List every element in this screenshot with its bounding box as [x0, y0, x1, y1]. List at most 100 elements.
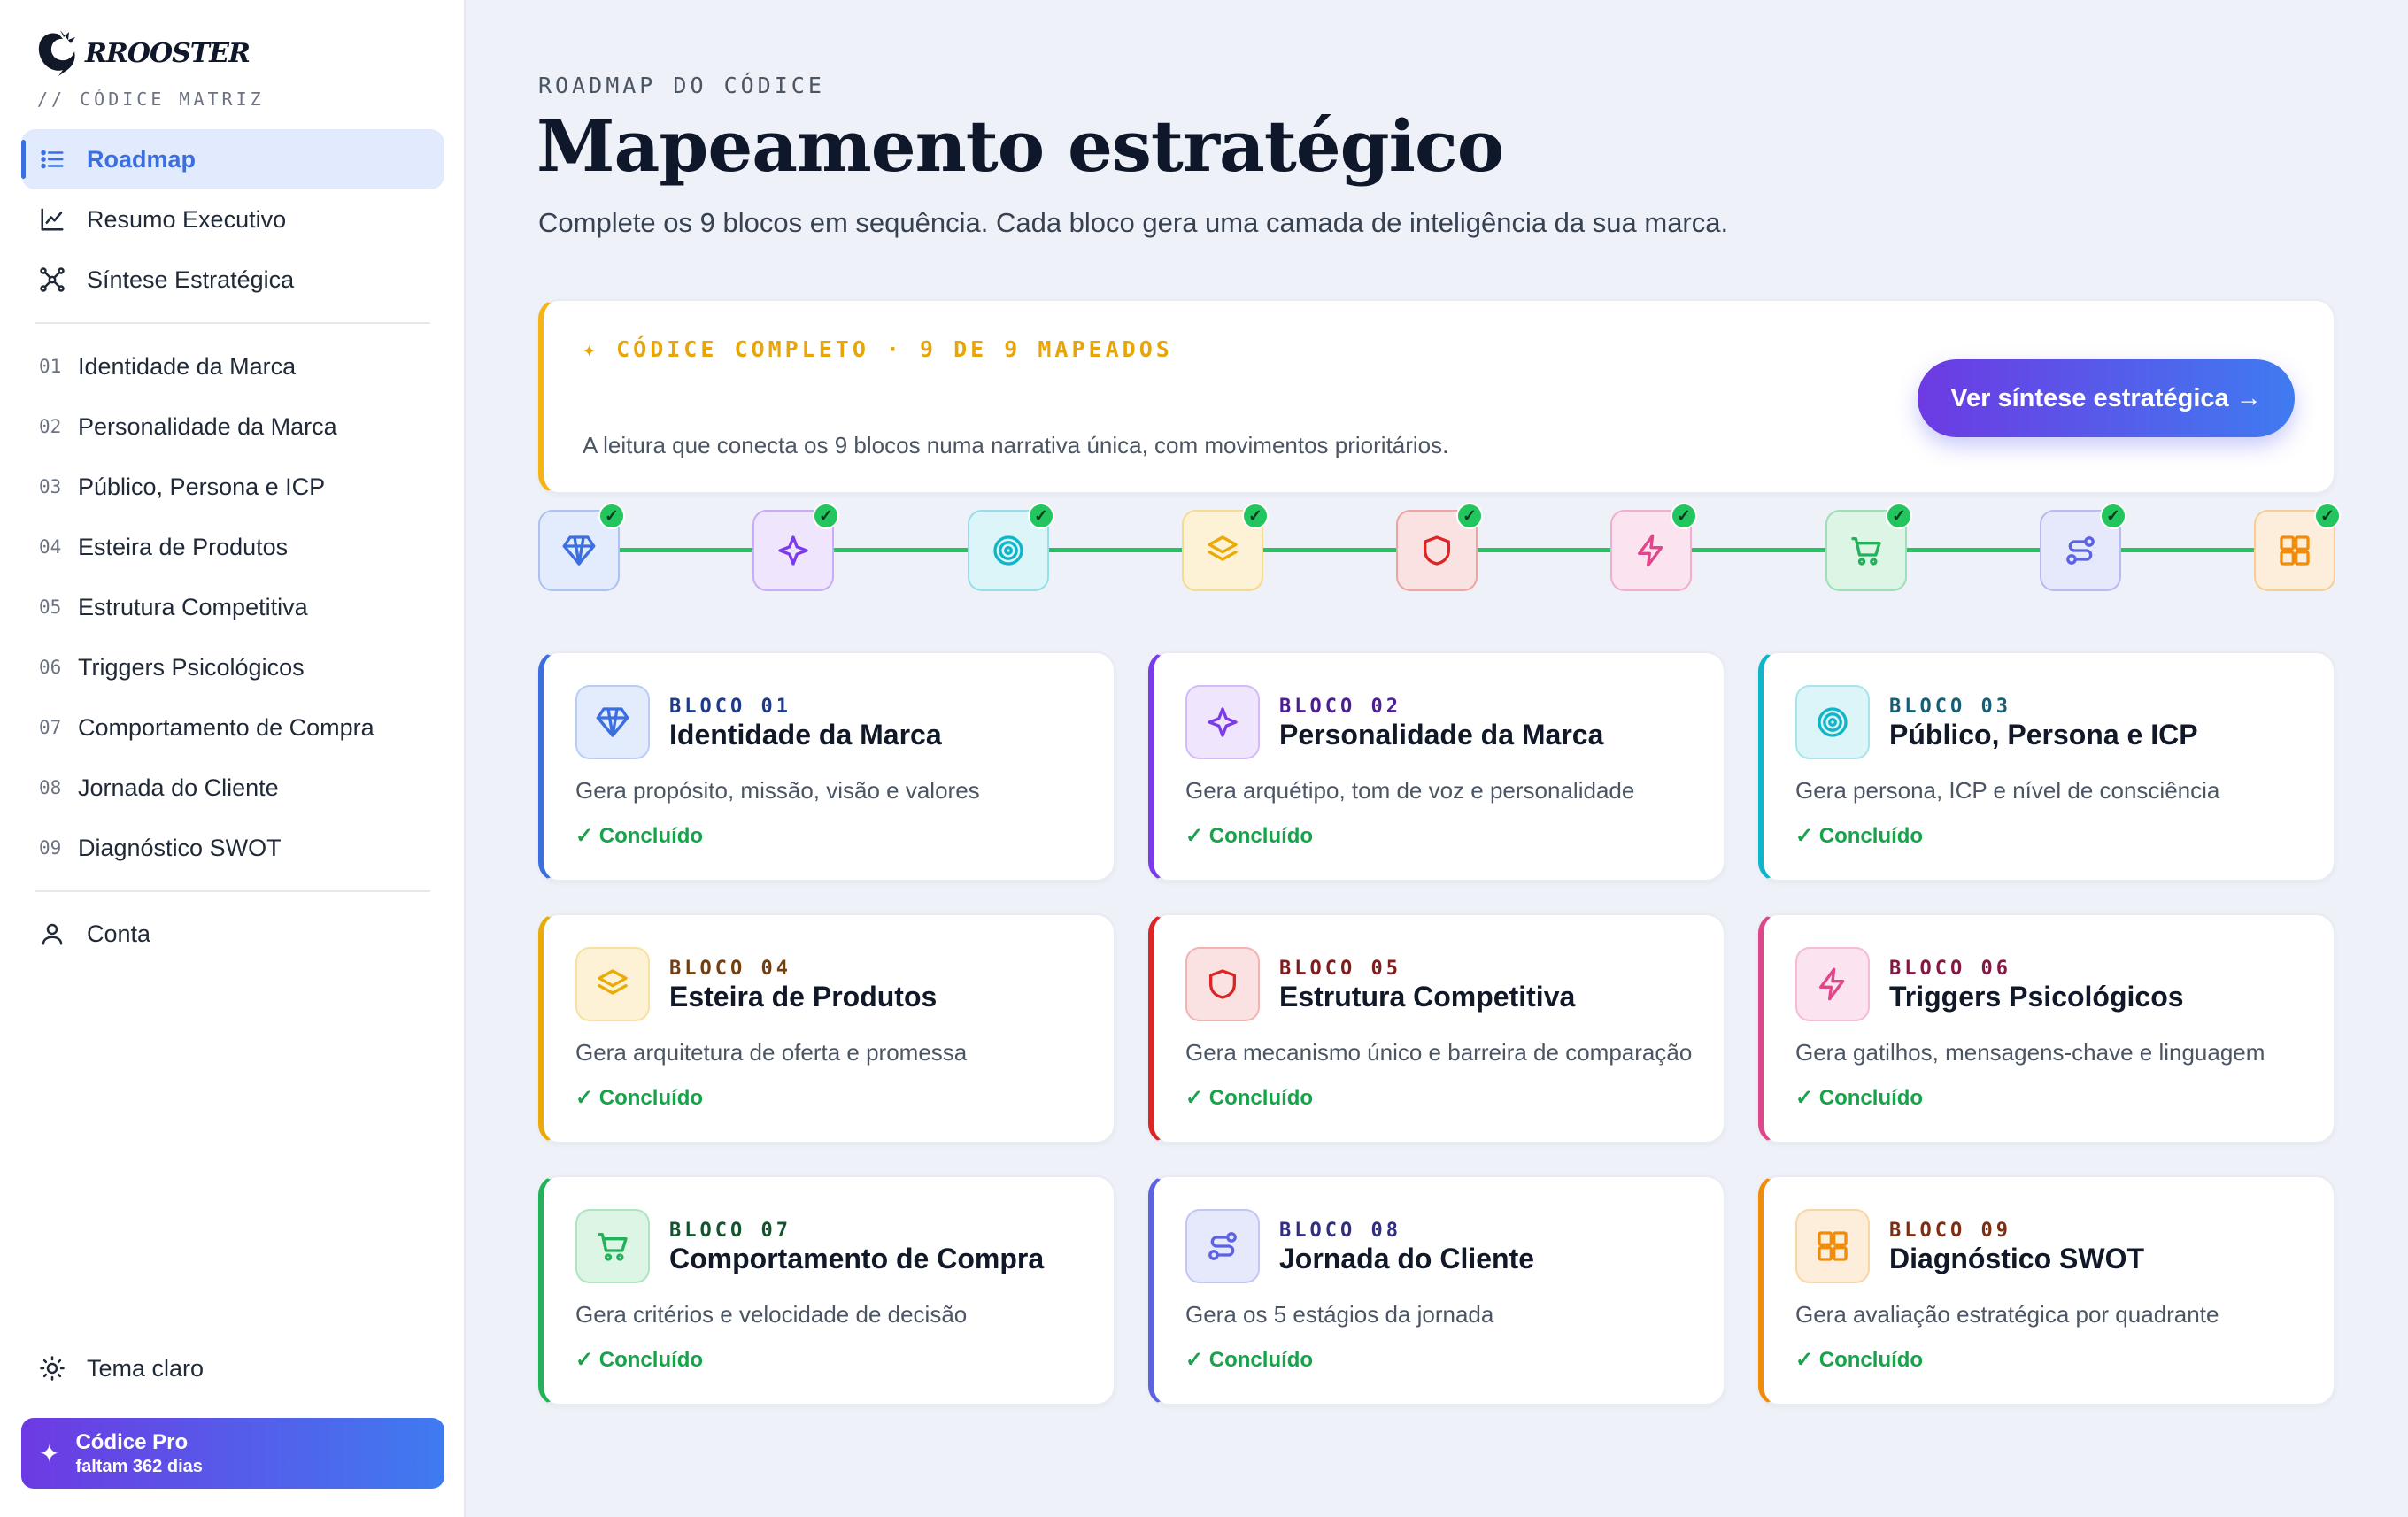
card-title: Esteira de Produtos: [669, 981, 938, 1013]
nav-item-sintese-estrategica[interactable]: Síntese Estratégica: [21, 250, 444, 310]
card-description: Gera arquitetura de oferta e promessa: [575, 1039, 968, 1066]
nav-block-number: 07: [39, 717, 62, 738]
nav-block-label: Triggers Psicológicos: [78, 653, 305, 681]
nav-block-09[interactable]: 09 Diagnóstico SWOT: [21, 818, 444, 878]
card-icon-box: [1185, 947, 1260, 1021]
card-title: Jornada do Cliente: [1279, 1243, 1535, 1274]
sun-icon: [40, 1356, 65, 1381]
user-icon: [42, 923, 63, 945]
timeline-node-03[interactable]: ✓: [968, 503, 1054, 591]
timeline-node-05[interactable]: ✓: [1396, 503, 1483, 591]
nav-item-roadmap[interactable]: Roadmap: [21, 129, 444, 189]
timeline-node-07[interactable]: ✓: [1825, 503, 1912, 591]
target-icon: [993, 535, 1023, 566]
block-card-02[interactable]: BLOCO 02 Personalidade da Marca Gera arqué…: [1148, 651, 1725, 882]
nav-item-conta[interactable]: Conta: [21, 904, 444, 964]
list-icon: [41, 150, 64, 169]
card-title: Estrutura Competitiva: [1279, 981, 1576, 1013]
card-icon-box: [1185, 1209, 1260, 1283]
card-description: Gera critérios e velocidade de decisão: [575, 1301, 968, 1328]
card-icon-box: [1185, 685, 1260, 759]
route-icon: [2066, 536, 2095, 565]
theme-toggle[interactable]: Tema claro: [21, 1338, 444, 1398]
nav-block-01[interactable]: 01 Identidade da Marca: [21, 336, 444, 397]
sparkle-icon: ✦: [39, 1439, 60, 1467]
grid-icon: [1818, 1231, 1848, 1261]
account-nav: Conta: [21, 904, 444, 964]
sparkle-icon: [1208, 707, 1238, 737]
nav-item-label: Tema claro: [87, 1354, 205, 1382]
card-icon-box: [575, 1209, 650, 1283]
blocks-grid: BLOCO 01 Identidade da Marca Gera propósit…: [538, 651, 2335, 1405]
shield-icon: [1209, 969, 1236, 999]
layers-icon: [598, 969, 628, 995]
card-block-number: BLOCO 07: [669, 1220, 791, 1242]
nav-block-label: Diagnóstico SWOT: [78, 834, 282, 861]
nav-block-number: 09: [39, 837, 62, 859]
main-content: ROADMAP DO CÓDICE Mapeamento estratégico…: [467, 0, 2408, 1517]
card-title: Diagnóstico SWOT: [1889, 1243, 2144, 1274]
timeline-node-02[interactable]: ✓: [752, 503, 839, 591]
card-block-number: BLOCO 02: [1279, 696, 1401, 718]
theme-nav: Tema claro: [21, 1338, 444, 1398]
nav-block-number: 04: [39, 536, 62, 558]
card-block-number: BLOCO 08: [1279, 1220, 1401, 1242]
block-card-08[interactable]: BLOCO 08 Jornada do Cliente Gera os 5 está…: [1148, 1175, 1725, 1405]
nav-block-06[interactable]: 06 Triggers Psicológicos: [21, 637, 444, 697]
card-title: Comportamento de Compra: [669, 1243, 1045, 1274]
nav-block-03[interactable]: 03 Público, Persona e ICP: [21, 457, 444, 517]
brand-name: RROOSTER: [85, 37, 251, 69]
nav-block-label: Personalidade da Marca: [78, 412, 337, 440]
banner-description: A leitura que conecta os 9 blocos numa n…: [583, 432, 1449, 458]
card-description: Gera mecanismo único e barreira de compa…: [1185, 1039, 1693, 1066]
card-description: Gera gatilhos, mensagens-chave e linguag…: [1795, 1039, 2265, 1066]
card-block-number: BLOCO 03: [1889, 696, 2011, 718]
timeline-node-06[interactable]: ✓: [1610, 503, 1697, 591]
check-icon: ✓: [1456, 503, 1483, 529]
sidebar: RROOSTER // CÓDICE MATRIZ Roadmap Resumo…: [0, 0, 466, 1517]
timeline-node-01[interactable]: ✓: [538, 503, 625, 591]
card-title: Identidade da Marca: [669, 719, 942, 751]
block-card-07[interactable]: BLOCO 07 Comportamento de Compra Gera crit…: [538, 1175, 1115, 1405]
bolt-icon: [1638, 534, 1663, 567]
bolt-icon: [1819, 967, 1845, 1001]
view-strategic-synthesis-button[interactable]: Ver síntese estratégica →: [1918, 359, 2295, 437]
card-block-number: BLOCO 09: [1889, 1220, 2011, 1242]
block-card-04[interactable]: BLOCO 04 Esteira de Produtos Gera arquitet…: [538, 913, 1115, 1144]
nav-block-04[interactable]: 04 Esteira de Produtos: [21, 517, 444, 577]
check-icon: ✓: [2100, 503, 2126, 529]
nav-block-number: 01: [39, 356, 62, 377]
timeline-node-04[interactable]: ✓: [1182, 503, 1269, 591]
card-block-number: BLOCO 06: [1889, 958, 2011, 980]
nav-block-number: 08: [39, 777, 62, 798]
nav-block-08[interactable]: 08 Jornada do Cliente: [21, 758, 444, 818]
nav-block-02[interactable]: 02 Personalidade da Marca: [21, 397, 444, 457]
block-card-06[interactable]: BLOCO 06 Triggers Psicológicos Gera gatilh…: [1758, 913, 2335, 1144]
nav-block-07[interactable]: 07 Comportamento de Compra: [21, 697, 444, 758]
block-card-05[interactable]: BLOCO 05 Estrutura Competitiva Gera mecani…: [1148, 913, 1725, 1144]
nav-item-label: Roadmap: [87, 145, 197, 173]
card-description: Gera persona, ICP e nível de consciência: [1795, 777, 2220, 804]
block-card-01[interactable]: BLOCO 01 Identidade da Marca Gera propósit…: [538, 651, 1115, 882]
nav-block-05[interactable]: 05 Estrutura Competitiva: [21, 577, 444, 637]
card-description: Gera propósito, missão, visão e valores: [575, 777, 980, 804]
chart-line-icon: [41, 208, 64, 231]
nav-item-label: Síntese Estratégica: [87, 266, 295, 293]
block-card-03[interactable]: BLOCO 03 Público, Persona e ICP Gera perso…: [1758, 651, 2335, 882]
pro-plan-badge[interactable]: ✦ Códice Pro faltam 362 dias: [21, 1418, 444, 1489]
page-title: Mapeamento estratégico: [536, 104, 1504, 188]
timeline-node-09[interactable]: ✓: [2254, 503, 2341, 591]
card-title: Público, Persona e ICP: [1889, 719, 2198, 751]
card-status: ✓ Concluído: [1185, 1086, 1314, 1110]
pro-title: Códice Pro: [75, 1429, 189, 1454]
card-icon-box: [1795, 947, 1870, 1021]
brand[interactable]: RROOSTER: [34, 28, 251, 78]
block-card-09[interactable]: BLOCO 09 Diagnóstico SWOT Gera avaliação e…: [1758, 1175, 2335, 1405]
nav-item-resumo-executivo[interactable]: Resumo Executivo: [21, 189, 444, 250]
card-icon-box: [575, 947, 650, 1021]
timeline-node-08[interactable]: ✓: [2040, 503, 2126, 591]
diamond-icon: [562, 535, 596, 566]
card-icon-box: [575, 685, 650, 759]
cart-icon: [598, 1233, 628, 1261]
card-block-number: BLOCO 01: [669, 696, 791, 718]
